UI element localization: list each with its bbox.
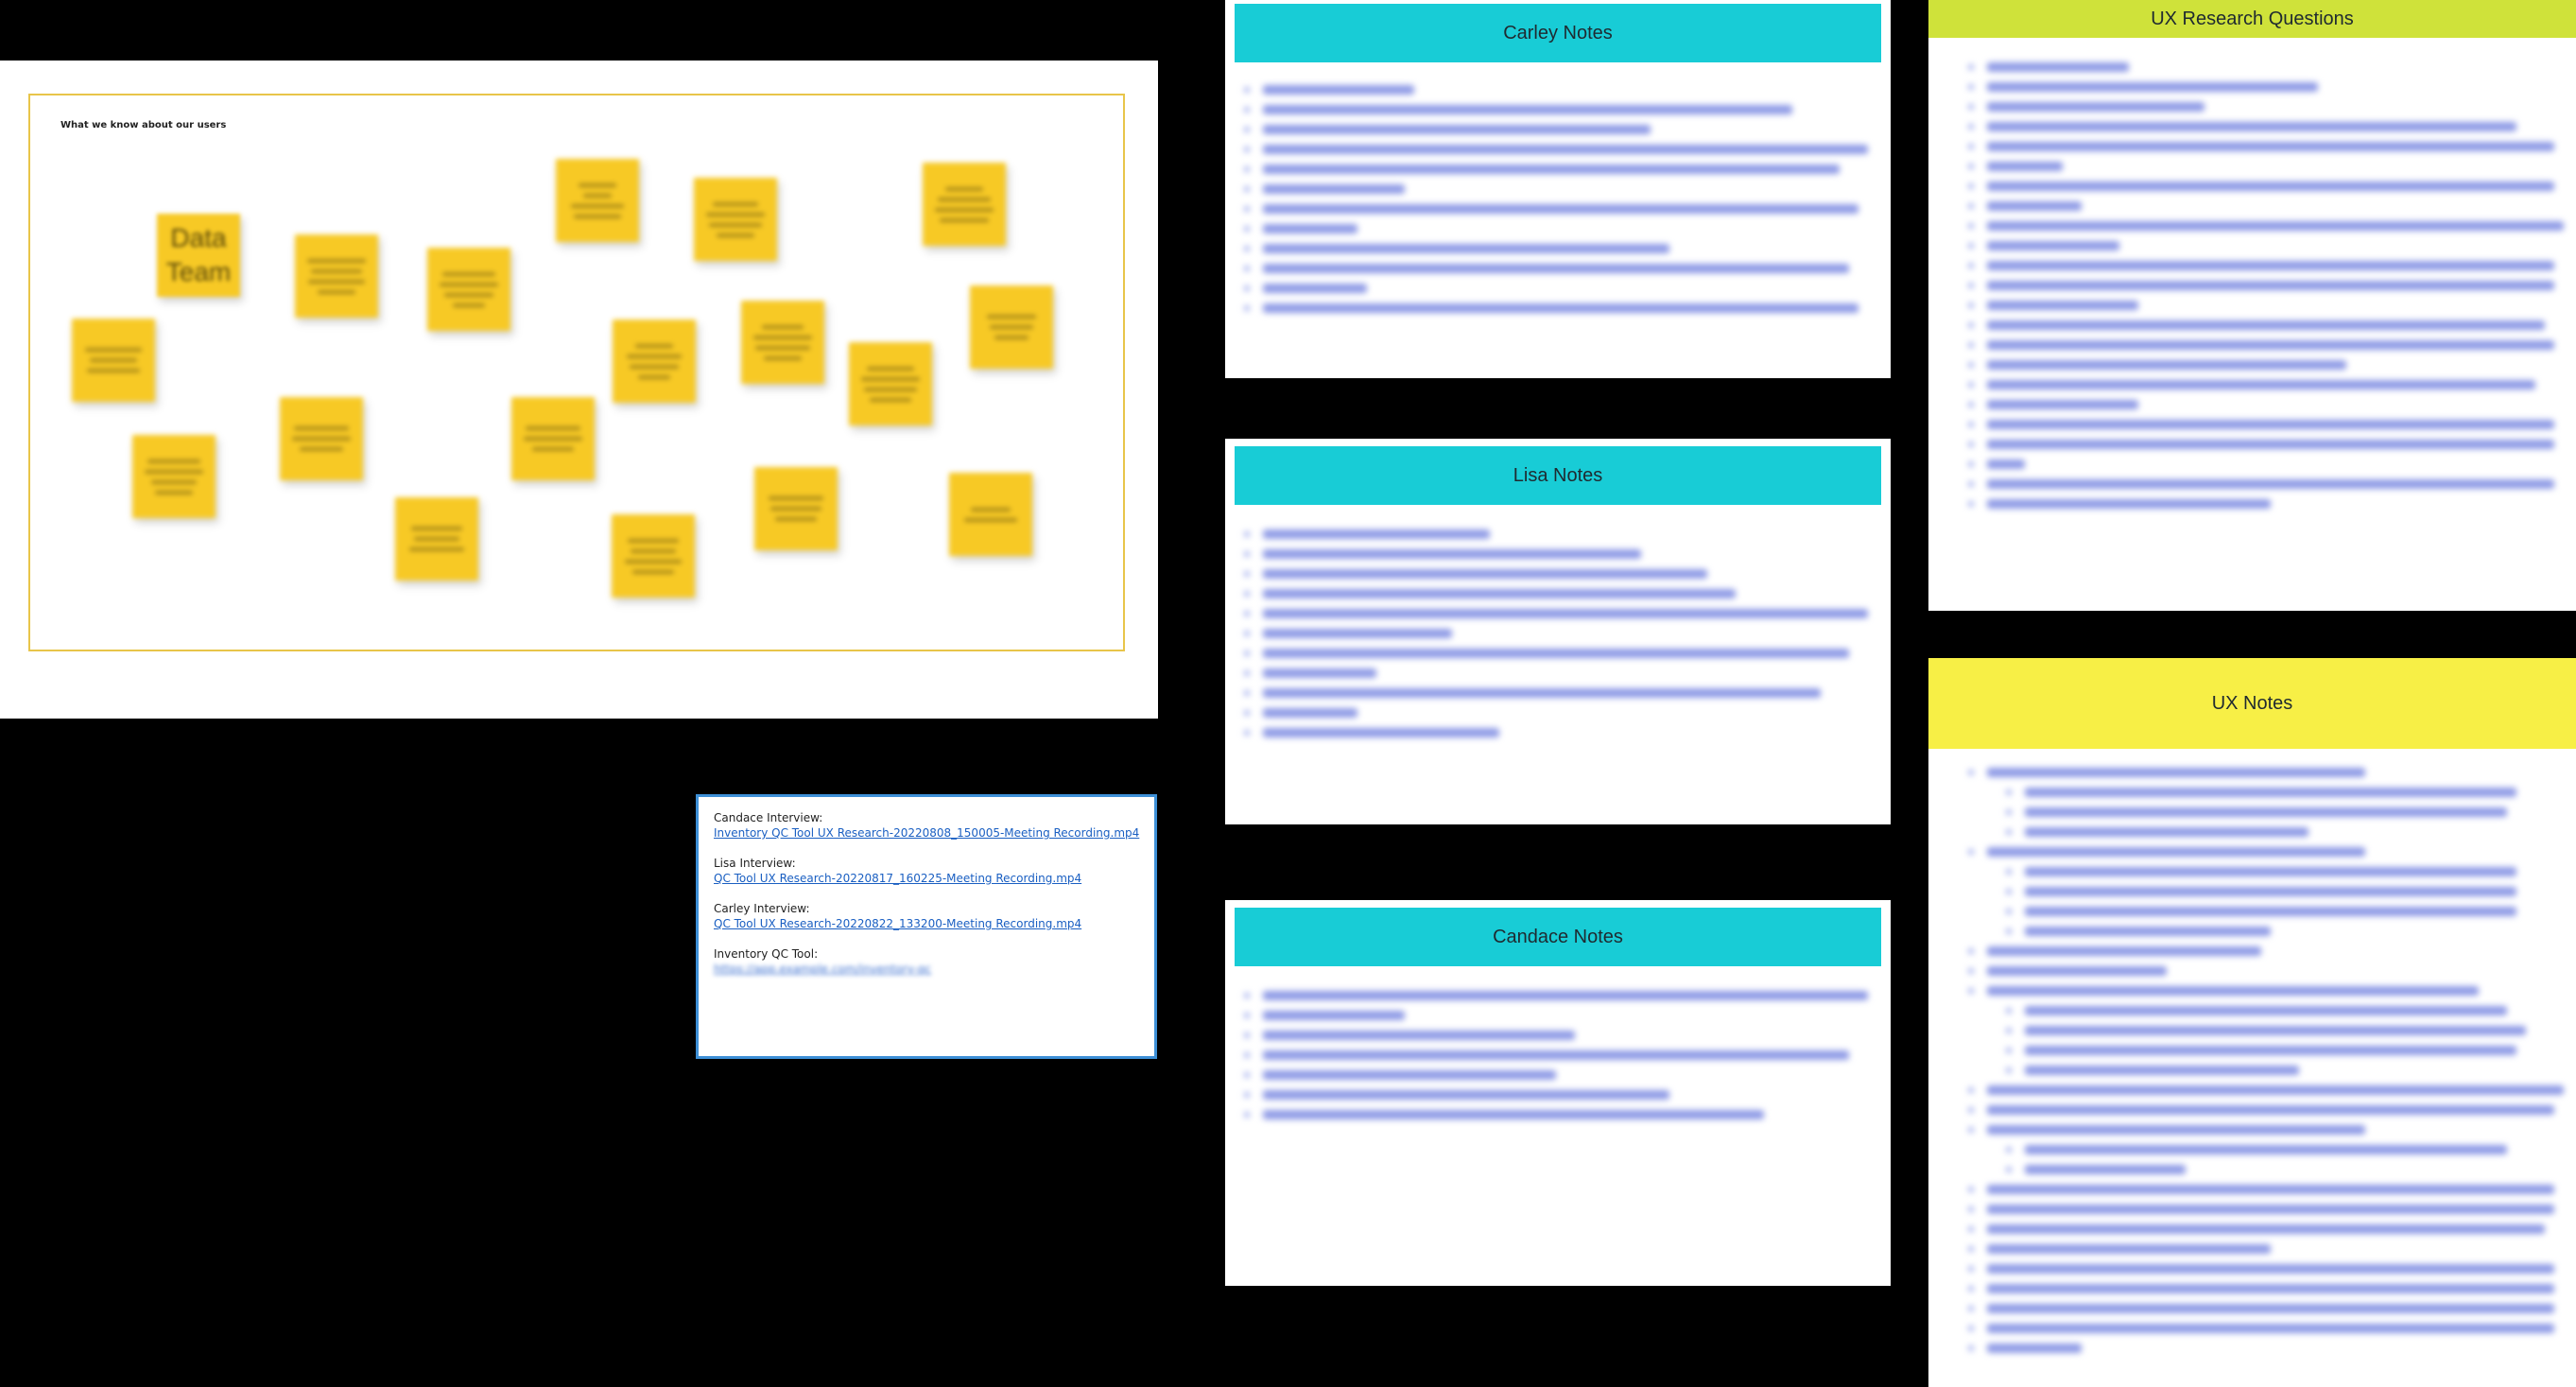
link-group-carley: Carley Interview: QC Tool UX Research-20… bbox=[714, 901, 1139, 931]
panel-title: Lisa Notes bbox=[1235, 446, 1881, 505]
board-title: What we know about our users bbox=[61, 120, 227, 130]
link-label: Lisa Interview: bbox=[714, 857, 796, 870]
sticky-note[interactable] bbox=[849, 342, 932, 425]
panel-title: UX Notes bbox=[1928, 658, 2576, 749]
panel-notes-body bbox=[1244, 526, 1877, 744]
panel-notes-body bbox=[1968, 59, 2564, 515]
link-group-qc-tool: Inventory QC Tool: https://app.example.c… bbox=[714, 946, 1139, 977]
ux-research-questions-panel[interactable]: UX Research Questions bbox=[1928, 0, 2576, 611]
recording-links-card[interactable]: Candace Interview: Inventory QC Tool UX … bbox=[696, 794, 1157, 1059]
link-label: Inventory QC Tool: bbox=[714, 947, 819, 961]
sticky-note[interactable] bbox=[923, 163, 1006, 246]
affinity-board[interactable]: What we know about our users Data Team bbox=[0, 61, 1158, 719]
panel-title: Carley Notes bbox=[1235, 4, 1881, 62]
sticky-note[interactable] bbox=[295, 234, 378, 318]
sticky-note[interactable] bbox=[280, 397, 363, 480]
carley-notes-panel[interactable]: Carley Notes bbox=[1225, 0, 1891, 378]
link-group-candace: Candace Interview: Inventory QC Tool UX … bbox=[714, 810, 1139, 841]
sticky-note[interactable] bbox=[754, 467, 838, 550]
sticky-note[interactable] bbox=[395, 497, 478, 581]
sticky-note[interactable] bbox=[72, 319, 155, 402]
sticky-note[interactable] bbox=[613, 320, 696, 403]
panel-notes-body bbox=[1244, 987, 1877, 1126]
sticky-note[interactable] bbox=[556, 159, 639, 242]
panel-title: Candace Notes bbox=[1235, 908, 1881, 966]
sticky-note[interactable] bbox=[132, 435, 216, 518]
panel-notes-body bbox=[1968, 764, 2564, 1360]
qc-tool-link[interactable]: https://app.example.com/inventory-qc bbox=[714, 962, 1139, 977]
link-label: Carley Interview: bbox=[714, 902, 810, 915]
sticky-note[interactable] bbox=[694, 178, 777, 261]
link-group-lisa: Lisa Interview: QC Tool UX Research-2022… bbox=[714, 856, 1139, 886]
lisa-notes-panel[interactable]: Lisa Notes bbox=[1225, 439, 1891, 824]
panel-notes-body bbox=[1244, 81, 1877, 320]
sticky-note-data-team[interactable]: Data Team bbox=[157, 214, 240, 297]
panel-title: UX Research Questions bbox=[1928, 0, 2576, 38]
sticky-note-text: Data Team bbox=[165, 223, 232, 286]
sticky-note[interactable] bbox=[741, 301, 824, 384]
recording-link[interactable]: Inventory QC Tool UX Research-20220808_1… bbox=[714, 825, 1139, 841]
whiteboard-canvas[interactable]: What we know about our users Data Team C… bbox=[0, 0, 2576, 1387]
sticky-note[interactable] bbox=[427, 248, 510, 331]
recording-link[interactable]: QC Tool UX Research-20220817_160225-Meet… bbox=[714, 871, 1139, 886]
sticky-note[interactable] bbox=[970, 286, 1053, 369]
candace-notes-panel[interactable]: Candace Notes bbox=[1225, 900, 1891, 1286]
ux-notes-panel[interactable]: UX Notes bbox=[1928, 658, 2576, 1387]
sticky-note[interactable] bbox=[612, 514, 695, 598]
sticky-note[interactable] bbox=[949, 473, 1032, 556]
sticky-note[interactable] bbox=[511, 397, 595, 480]
link-label: Candace Interview: bbox=[714, 811, 823, 824]
recording-link[interactable]: QC Tool UX Research-20220822_133200-Meet… bbox=[714, 916, 1139, 931]
